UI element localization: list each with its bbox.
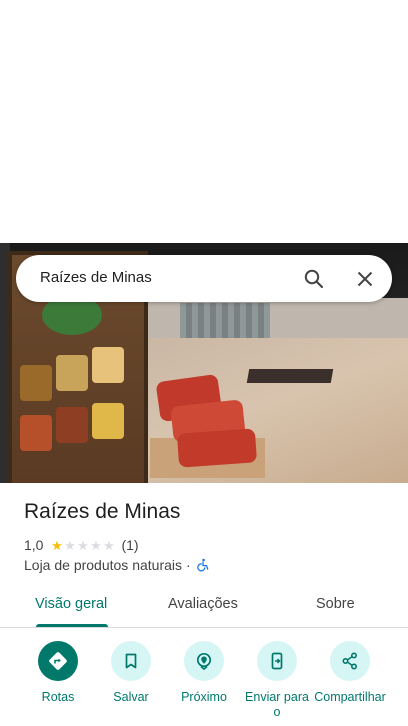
tab-bar: Visão geral Avaliações Sobre [0,586,408,628]
share-button[interactable]: Compartilhar [314,641,386,705]
star-icon: ★ [51,537,63,553]
category-row: Loja de produtos naturais · [24,557,210,573]
active-tab-indicator [36,624,108,627]
save-button[interactable]: Salvar [101,641,161,705]
close-icon[interactable] [353,267,377,291]
map-area-blank [0,0,408,243]
send-to-phone-icon [271,652,283,670]
rating-value: 1,0 [24,537,44,553]
star-icon: ★ [103,537,115,553]
tab-about[interactable]: Sobre [316,596,355,612]
rating-row[interactable]: 1,0 ★ ★ ★ ★ ★ (1) [24,536,139,554]
directions-icon [49,652,67,670]
star-icon: ★ [64,537,76,553]
star-icon: ★ [90,537,102,553]
search-bar[interactable]: Raízes de Minas [16,255,392,302]
nearby-icon [196,652,212,671]
star-icon: ★ [77,537,89,553]
search-icon[interactable] [302,267,326,291]
tab-reviews[interactable]: Avaliações [168,596,238,612]
place-category: Loja de produtos naturais [24,557,182,573]
sack [176,428,258,468]
star-rating: ★ ★ ★ ★ ★ [50,539,115,552]
search-input[interactable]: Raízes de Minas [40,269,152,286]
send-to-phone-button[interactable]: Enviar para o [245,641,309,720]
share-icon [342,652,358,670]
bookmark-icon [125,653,137,669]
review-count[interactable]: (1) [121,537,138,553]
directions-button[interactable]: Rotas [28,641,88,705]
nearby-button[interactable]: Próximo [174,641,234,705]
place-title: Raízes de Minas [24,500,181,523]
wheelchair-accessible-icon [196,558,208,572]
tab-overview[interactable]: Visão geral [35,596,107,612]
separator: · [186,557,191,573]
